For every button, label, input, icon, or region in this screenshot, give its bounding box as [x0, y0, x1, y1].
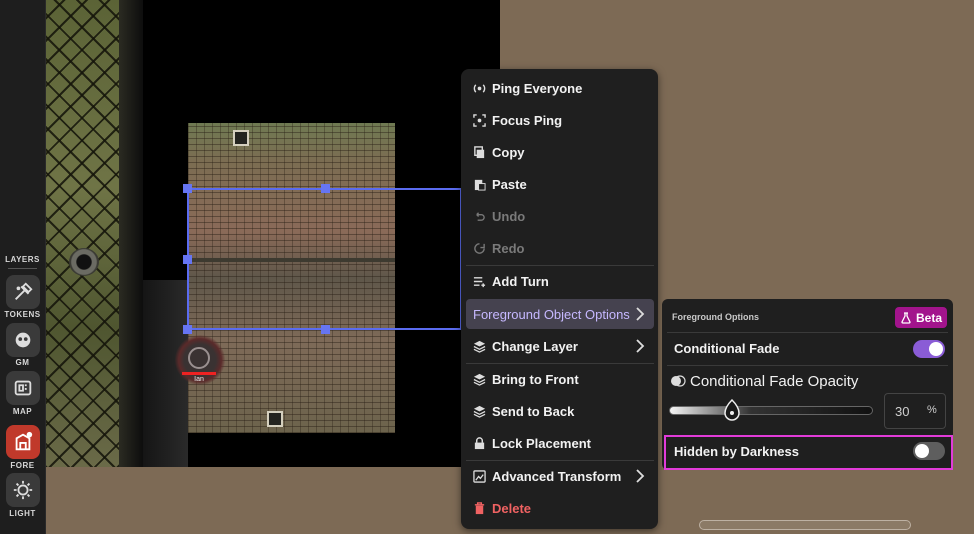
- layer-tokens-button[interactable]: [6, 275, 40, 309]
- beta-badge: Beta: [895, 307, 947, 328]
- menu-item-label: Undo: [492, 208, 526, 224]
- menu-item-label: Copy: [492, 144, 525, 160]
- trash-icon: [474, 501, 485, 514]
- layer-tokens-label: TOKENS: [4, 310, 41, 319]
- fade-opacity-slider[interactable]: [669, 406, 873, 415]
- wall-shadow: [119, 0, 143, 467]
- chevron-right-icon: [636, 339, 645, 353]
- menu-item-ping-everyone[interactable]: Ping Everyone: [466, 73, 654, 103]
- resize-handle[interactable]: [321, 325, 330, 334]
- copy-icon: [474, 145, 485, 158]
- layer-gm-button[interactable]: [6, 323, 40, 357]
- transform-icon: [473, 469, 486, 483]
- flask-icon: [901, 311, 911, 324]
- fade-opacity-input[interactable]: 30 %: [884, 393, 946, 429]
- layers-title: LAYERS: [5, 255, 40, 264]
- light-icon: [13, 480, 33, 500]
- menu-item-label: Change Layer: [492, 338, 578, 354]
- fade-opacity-value: 30: [895, 404, 910, 419]
- resize-handle[interactable]: [183, 184, 192, 193]
- floor-vent: [233, 130, 249, 146]
- horizontal-scrollbar[interactable]: [699, 520, 911, 530]
- menu-item-label: Redo: [492, 240, 525, 256]
- menu-item-label: Bring to Front: [492, 371, 579, 387]
- layer-fore-button[interactable]: [6, 425, 40, 459]
- menu-item-focus-ping[interactable]: Focus Ping: [466, 105, 654, 135]
- focus-ping-icon: [473, 113, 486, 127]
- menu-item-send-to-back[interactable]: Send to Back: [466, 396, 654, 426]
- menu-item-label: Lock Placement: [492, 435, 591, 451]
- lock-icon: [474, 436, 485, 449]
- layer-light-button[interactable]: [6, 473, 40, 507]
- layer-map-button[interactable]: [6, 371, 40, 405]
- menu-item-add-turn[interactable]: Add Turn: [466, 266, 654, 296]
- foreground-icon: [15, 431, 33, 451]
- resize-handle[interactable]: [183, 325, 192, 334]
- paste-icon: [474, 179, 486, 191]
- menu-item-label: Advanced Transform: [492, 468, 622, 484]
- menu-item-label: Foreground Object Options: [473, 306, 630, 322]
- menu-item-lock-placement[interactable]: Lock Placement: [466, 428, 654, 458]
- conditional-fade-toggle[interactable]: [913, 340, 945, 358]
- undo-icon: [476, 211, 485, 221]
- menu-item-foreground-object-options[interactable]: Foreground Object Options: [466, 299, 654, 329]
- toggle-knob: [929, 342, 943, 356]
- fade-opacity-unit: %: [927, 404, 937, 416]
- chevron-right-icon: [636, 307, 645, 321]
- token-health-bar: [182, 372, 216, 375]
- toolbar-divider: [8, 268, 37, 269]
- token-name: Ian: [194, 376, 204, 383]
- resize-handle[interactable]: [183, 255, 192, 264]
- menu-item-copy[interactable]: Copy: [466, 137, 654, 167]
- menu-item-label: Add Turn: [492, 273, 549, 289]
- menu-item-delete[interactable]: Delete: [466, 493, 654, 523]
- token-ring: [188, 347, 210, 369]
- menu-item-label: Focus Ping: [492, 112, 563, 128]
- menu-item-change-layer[interactable]: Change Layer: [466, 331, 654, 361]
- layer-map-label: MAP: [12, 407, 33, 416]
- foreground-options-title: Foreground Options: [672, 312, 759, 322]
- menu-item-advanced-transform[interactable]: Advanced Transform: [466, 461, 654, 491]
- floor-vent: [267, 411, 283, 427]
- redo-icon: [474, 242, 485, 254]
- beta-label: Beta: [915, 310, 942, 325]
- map-icon: [14, 380, 32, 396]
- menu-item-redo[interactable]: Redo: [466, 233, 654, 263]
- menu-item-label: Send to Back: [492, 403, 575, 419]
- conditional-fade-label: Conditional Fade: [674, 341, 780, 356]
- layer-fore-label: FORE: [10, 461, 35, 470]
- layers-icon: [473, 373, 486, 386]
- tokens-icon: [15, 282, 33, 300]
- layer-light-label: LIGHT: [9, 509, 36, 518]
- conditional-fade-opacity-label: Conditional Fade Opacity: [690, 373, 859, 390]
- slider-thumb[interactable]: [724, 399, 740, 421]
- menu-item-label: Paste: [492, 176, 527, 192]
- layer-gm-label: GM: [15, 358, 30, 367]
- menu-item-label: Ping Everyone: [492, 80, 583, 96]
- chevron-right-icon: [636, 469, 645, 483]
- drain-pipe: [69, 248, 99, 276]
- layers-icon: [473, 340, 486, 353]
- lattice-floor-tile: [45, 0, 119, 467]
- layers-toolbar: LAYERS TOKENS GM MAP FORE LIGHT: [0, 0, 46, 534]
- context-menu: Ping Everyone Focus Ping Copy Paste Undo…: [461, 69, 658, 529]
- add-turn-icon: [473, 276, 486, 287]
- menu-item-bring-to-front[interactable]: Bring to Front: [466, 364, 654, 394]
- menu-item-paste[interactable]: Paste: [466, 169, 654, 199]
- gm-icon: [15, 332, 31, 348]
- selection-box[interactable]: [187, 188, 462, 330]
- hidden-by-darkness-highlight: [664, 435, 953, 470]
- ping-icon: [473, 83, 486, 93]
- panel-divider: [667, 365, 948, 366]
- opacity-icon: [671, 375, 686, 387]
- menu-item-label: Delete: [492, 500, 532, 516]
- resize-handle[interactable]: [321, 184, 330, 193]
- panel-divider: [667, 332, 948, 333]
- layers-icon: [473, 405, 486, 418]
- menu-item-undo[interactable]: Undo: [466, 201, 654, 231]
